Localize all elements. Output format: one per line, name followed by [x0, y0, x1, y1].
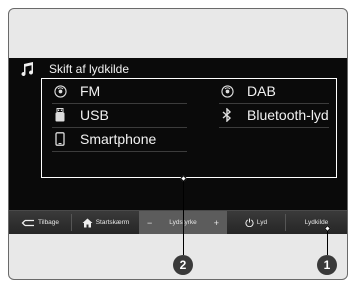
screen-title: Skift af lydkilde: [49, 62, 130, 76]
audio-source-label: Lydkilde: [304, 219, 329, 226]
source-label: FM: [80, 83, 101, 99]
source-label: Bluetooth-lyd: [247, 107, 329, 123]
bottom-bar: Tilbage Startskærm − Lydstyrke + Lyd Lyd…: [9, 210, 347, 234]
home-label: Startskærm: [95, 219, 130, 226]
callout-1-line: [327, 231, 328, 255]
radio-icon: [219, 83, 235, 99]
audio-source-list: FM DAB USB Bluetooth-lyd Smartphone: [41, 78, 337, 178]
smartphone-icon: [52, 131, 68, 147]
volume-up-button[interactable]: +: [214, 218, 219, 228]
home-icon: [82, 218, 93, 227]
source-dab[interactable]: DAB: [219, 80, 276, 102]
power-icon: [245, 218, 254, 227]
back-arrow-icon: [21, 219, 34, 226]
source-usb[interactable]: USB: [52, 104, 109, 126]
sound-label: Lyd: [256, 219, 268, 226]
home-button[interactable]: Startskærm: [72, 211, 139, 234]
bluetooth-icon: [219, 107, 235, 123]
callout-1-marker: 1: [317, 255, 337, 275]
source-label: DAB: [247, 83, 276, 99]
back-label: Tilbage: [37, 219, 60, 226]
divider: [219, 127, 329, 128]
radio-icon: [52, 83, 68, 99]
back-button[interactable]: Tilbage: [9, 211, 71, 234]
divider: [52, 151, 187, 152]
source-label: USB: [80, 107, 109, 123]
source-bluetooth[interactable]: Bluetooth-lyd: [219, 104, 329, 126]
source-label: Smartphone: [80, 131, 157, 147]
audio-source-screen: Skift af lydkilde FM DAB USB Bluetooth-l…: [9, 58, 347, 234]
music-note-icon: [19, 61, 35, 77]
callout-2-line: [183, 181, 184, 255]
sound-button[interactable]: Lyd: [227, 211, 285, 234]
source-fm[interactable]: FM: [52, 80, 100, 102]
source-smartphone[interactable]: Smartphone: [52, 128, 156, 150]
callout-2-marker: 2: [173, 255, 193, 275]
volume-down-button[interactable]: −: [147, 218, 152, 228]
usb-icon: [52, 107, 68, 123]
audio-source-button[interactable]: Lydkilde: [286, 211, 347, 234]
